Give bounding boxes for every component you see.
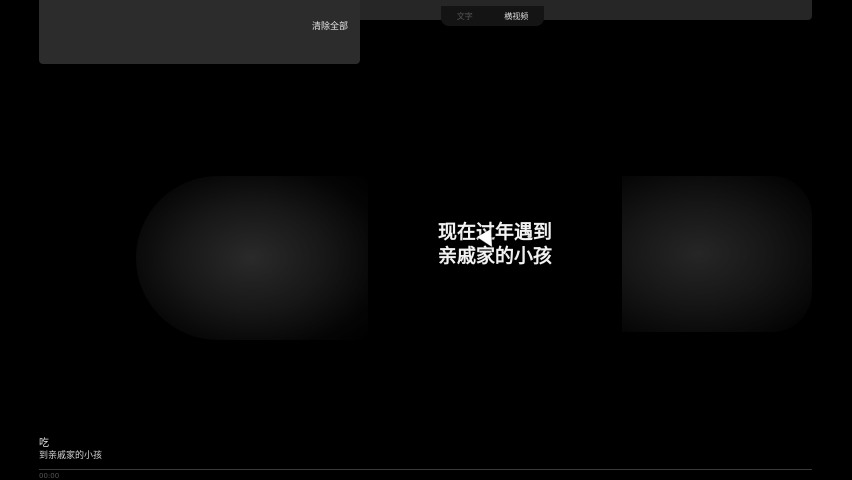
subtitle-line-2: 亲戚家的小孩 [437,245,552,267]
video-blur-right [622,176,812,332]
caption-panel: 清除全部 [39,0,360,64]
timeline-divider [39,469,812,470]
tab-text[interactable]: 文字 [457,11,473,22]
timestamp: 00:00 [39,472,60,480]
caption-text[interactable]: 到亲戚家的小孩 [39,448,102,461]
view-tabs: 文字 横视频 [441,6,544,26]
video-blur-left [136,176,368,340]
clear-all-button[interactable]: 清除全部 [312,19,348,32]
caption-title: 吃 [39,438,49,449]
tab-landscape-video[interactable]: 横视频 [504,11,528,22]
